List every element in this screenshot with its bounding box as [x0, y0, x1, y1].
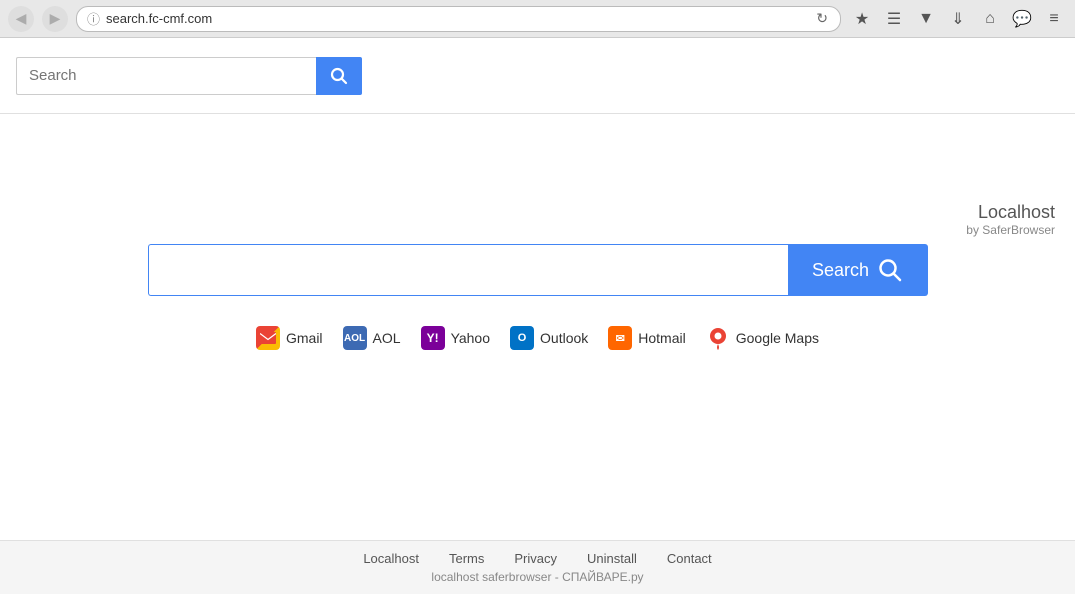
- toolbar-icons: ★ ☰ ▼ ⇓ ⌂ 💬 ≡: [849, 6, 1067, 32]
- download-button[interactable]: ⇓: [945, 6, 971, 32]
- gmail-label: Gmail: [286, 330, 323, 346]
- outlook-label: Outlook: [540, 330, 588, 346]
- info-icon: ⓘ: [87, 9, 100, 28]
- center-search-icon: [877, 257, 903, 283]
- center-search-button[interactable]: Search: [788, 244, 928, 296]
- url-input[interactable]: [106, 11, 808, 26]
- shortcuts-bar: Gmail AOL AOL Y! Yahoo O Outlook ✉ Hotma…: [256, 326, 819, 350]
- pocket-button[interactable]: ▼: [913, 6, 939, 32]
- main-content: Search Gmail AOL AOL: [0, 114, 1075, 540]
- reload-button[interactable]: ↻: [814, 10, 830, 27]
- shortcut-gmail[interactable]: Gmail: [256, 326, 323, 350]
- shortcut-hotmail[interactable]: ✉ Hotmail: [608, 326, 685, 350]
- top-search-button[interactable]: [316, 57, 362, 95]
- bookmark-star-button[interactable]: ★: [849, 6, 875, 32]
- chat-button[interactable]: 💬: [1009, 6, 1035, 32]
- footer-links: Localhost Terms Privacy Uninstall Contac…: [0, 551, 1075, 566]
- yahoo-icon: Y!: [421, 326, 445, 350]
- googlemaps-label: Google Maps: [736, 330, 819, 346]
- aol-icon: AOL: [343, 326, 367, 350]
- center-search-btn-label: Search: [812, 260, 869, 281]
- footer-link-contact[interactable]: Contact: [667, 551, 712, 566]
- address-bar: ⓘ ↻: [76, 6, 841, 32]
- top-search-input[interactable]: [16, 57, 316, 95]
- home-button[interactable]: ⌂: [977, 6, 1003, 32]
- top-search-bar: [0, 38, 1075, 114]
- reader-view-button[interactable]: ☰: [881, 6, 907, 32]
- aol-label: AOL: [373, 330, 401, 346]
- hotmail-label: Hotmail: [638, 330, 685, 346]
- shortcut-outlook[interactable]: O Outlook: [510, 326, 588, 350]
- top-search-icon: [330, 67, 348, 85]
- outlook-icon: O: [510, 326, 534, 350]
- footer-subtext: localhost saferbrowser - СПАЙВАРЕ.ру: [0, 570, 1075, 584]
- footer-link-terms[interactable]: Terms: [449, 551, 484, 566]
- footer-link-uninstall[interactable]: Uninstall: [587, 551, 637, 566]
- center-search-wrapper: Search: [148, 244, 928, 296]
- footer-link-localhost[interactable]: Localhost: [363, 551, 419, 566]
- shortcut-aol[interactable]: AOL AOL: [343, 326, 401, 350]
- menu-button[interactable]: ≡: [1041, 6, 1067, 32]
- page-body: Localhost by SaferBrowser Search: [0, 114, 1075, 540]
- footer: Localhost Terms Privacy Uninstall Contac…: [0, 540, 1075, 594]
- gmail-icon: [256, 326, 280, 350]
- googlemaps-icon: [706, 326, 730, 350]
- back-button[interactable]: ◀: [8, 6, 34, 32]
- forward-button[interactable]: ▶: [42, 6, 68, 32]
- center-search-input[interactable]: [148, 244, 788, 296]
- yahoo-label: Yahoo: [451, 330, 490, 346]
- footer-link-privacy[interactable]: Privacy: [514, 551, 557, 566]
- shortcut-yahoo[interactable]: Y! Yahoo: [421, 326, 490, 350]
- browser-chrome: ◀ ▶ ⓘ ↻ ★ ☰ ▼ ⇓ ⌂ 💬 ≡: [0, 0, 1075, 38]
- hotmail-icon: ✉: [608, 326, 632, 350]
- shortcut-googlemaps[interactable]: Google Maps: [706, 326, 819, 350]
